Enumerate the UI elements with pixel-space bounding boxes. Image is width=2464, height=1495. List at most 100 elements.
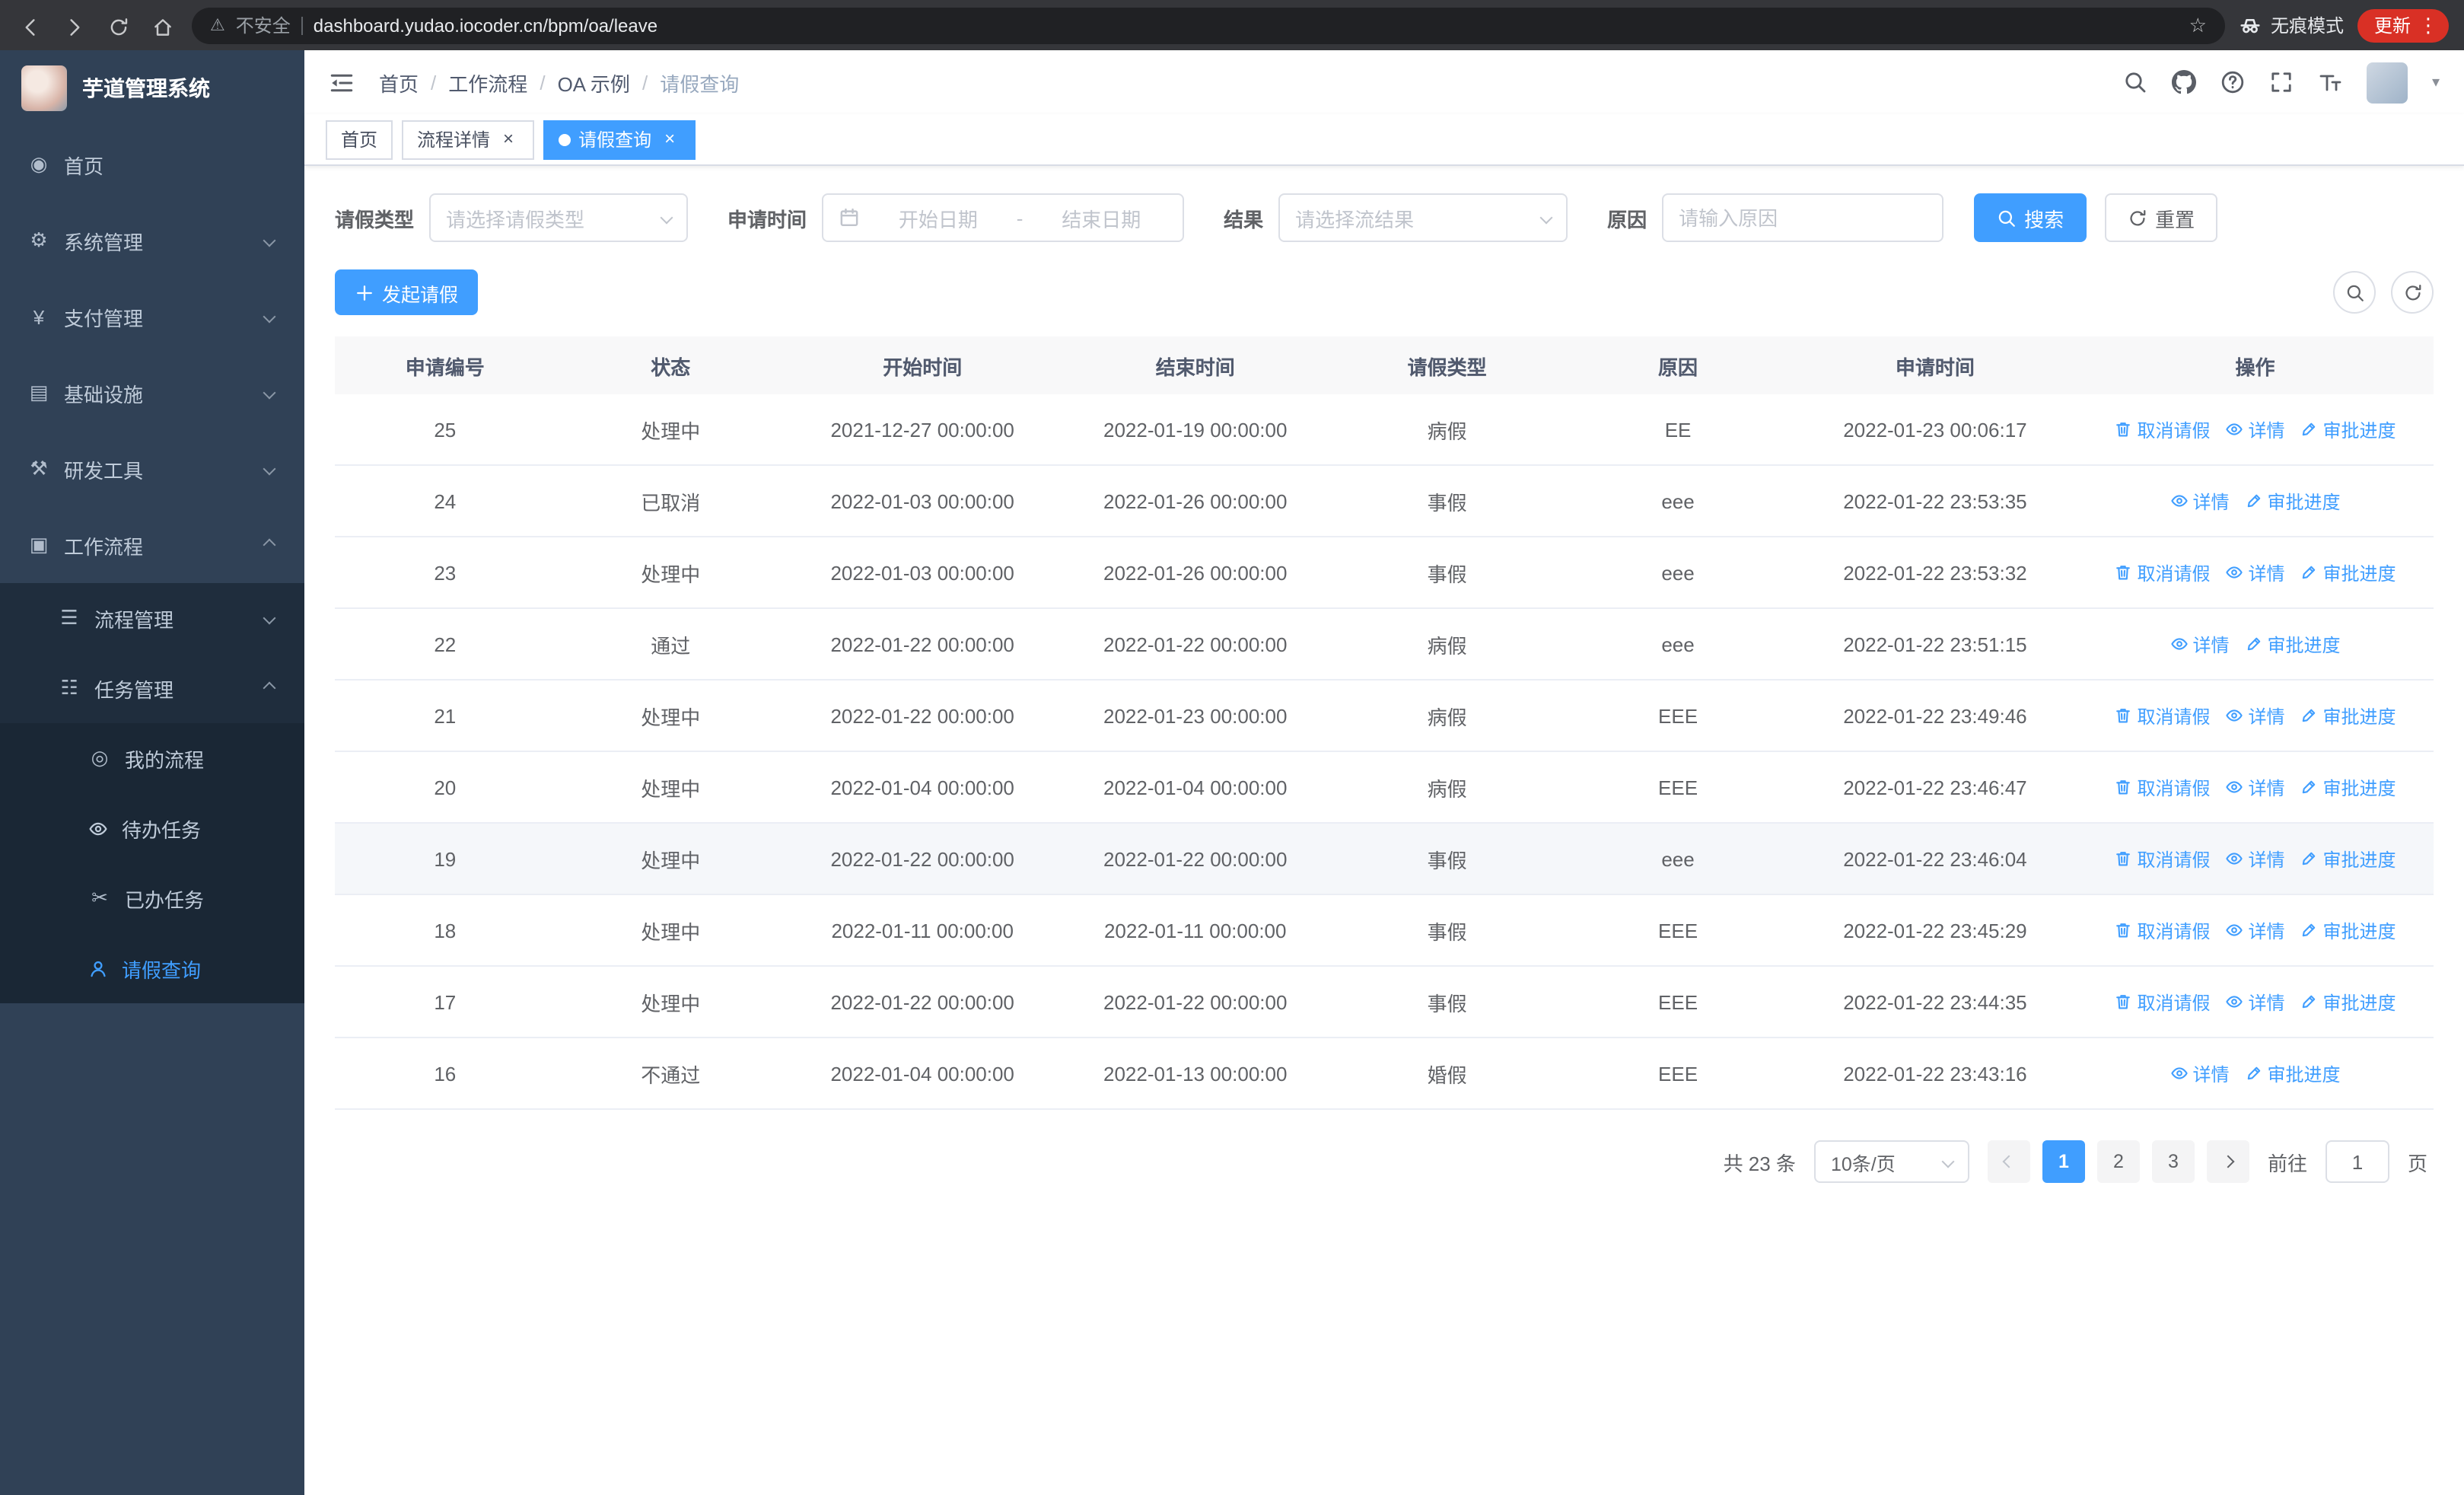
back-icon[interactable] (15, 13, 46, 38)
detail-link[interactable]: 详情 (2225, 846, 2285, 872)
sidebar-item-infrastructure[interactable]: ▤ 基础设施 (0, 355, 304, 431)
goto-page-input[interactable] (2325, 1140, 2389, 1183)
approval-progress-link[interactable]: 审批进度 (2300, 917, 2396, 943)
cancel-leave-link[interactable]: 取消请假 (2114, 917, 2210, 943)
page-button-2[interactable]: 2 (2096, 1140, 2140, 1183)
address-bar[interactable]: ⚠ 不安全 dashboard.yudao.iocoder.cn/bpm/oa/… (192, 7, 2225, 43)
approval-progress-link[interactable]: 审批进度 (2300, 416, 2396, 442)
close-icon[interactable]: × (498, 128, 519, 150)
fullscreen-icon[interactable] (2269, 70, 2294, 94)
sidebar-item-payment-mgmt[interactable]: ¥ 支付管理 (0, 279, 304, 355)
yen-icon: ¥ (33, 305, 45, 328)
detail-link[interactable]: 详情 (2225, 774, 2285, 800)
approval-progress-link[interactable]: 审批进度 (2300, 774, 2396, 800)
star-icon[interactable]: ☆ (2189, 13, 2207, 37)
cell-reason: EEE (1658, 1062, 1698, 1085)
sidebar-item-workflow[interactable]: ▣ 工作流程 (0, 507, 304, 583)
detail-link[interactable]: 详情 (2225, 416, 2285, 442)
cell-start-time: 2022-01-03 00:00:00 (830, 489, 1014, 512)
cell-apply-time: 2022-01-23 00:06:17 (1843, 418, 2027, 441)
detail-link[interactable]: 详情 (2170, 488, 2229, 514)
tab-process-detail[interactable]: 流程详情 × (402, 120, 535, 159)
detail-link[interactable]: 详情 (2225, 917, 2285, 943)
table-row[interactable]: 18 处理中 2022-01-11 00:00:00 2022-01-11 00… (335, 895, 2434, 967)
table-row[interactable]: 16 不通过 2022-01-04 00:00:00 2022-01-13 00… (335, 1038, 2434, 1110)
font-size-icon[interactable] (2318, 70, 2342, 94)
sidebar-item-system-mgmt[interactable]: ⚙ 系统管理 (0, 202, 304, 279)
hamburger-icon[interactable] (329, 69, 355, 95)
sidebar-item-task-mgmt[interactable]: ☷ 任务管理 (0, 653, 304, 723)
cancel-leave-link[interactable]: 取消请假 (2114, 703, 2210, 728)
reload-icon[interactable] (103, 13, 134, 38)
home-icon[interactable] (148, 13, 178, 38)
next-page-button[interactable] (2206, 1140, 2249, 1183)
detail-link[interactable]: 详情 (2225, 559, 2285, 585)
reason-input[interactable] (1662, 193, 1944, 242)
update-button[interactable]: 更新 ⋮ (2357, 8, 2449, 42)
chevron-down-icon (263, 310, 276, 324)
result-select[interactable]: 请选择流结果 (1278, 193, 1568, 242)
breadcrumb-item[interactable]: 工作流程 (448, 68, 527, 97)
github-icon[interactable] (2172, 70, 2196, 94)
page-button-1[interactable]: 1 (2042, 1140, 2085, 1183)
url-text[interactable]: dashboard.yudao.iocoder.cn/bpm/oa/leave (314, 14, 2179, 36)
cell-end-time: 2022-01-13 00:00:00 (1103, 1062, 1288, 1085)
approval-progress-link[interactable]: 审批进度 (2300, 846, 2396, 872)
toggle-search-button[interactable] (2333, 271, 2376, 314)
table-row[interactable]: 19 处理中 2022-01-22 00:00:00 2022-01-22 00… (335, 824, 2434, 895)
table-row[interactable]: 17 处理中 2022-01-22 00:00:00 2022-01-22 00… (335, 967, 2434, 1038)
page-button-3[interactable]: 3 (2151, 1140, 2195, 1183)
leave-type-select[interactable]: 请选择请假类型 (429, 193, 689, 242)
avatar[interactable] (2366, 62, 2408, 103)
page-size-select[interactable]: 10条/页 (1813, 1140, 1969, 1183)
approval-progress-link[interactable]: 审批进度 (2300, 559, 2396, 585)
approval-progress-link[interactable]: 审批进度 (2244, 631, 2341, 657)
table-row[interactable]: 24 已取消 2022-01-03 00:00:00 2022-01-26 00… (335, 466, 2434, 537)
tab-leave-query[interactable]: 请假查询 × (543, 120, 696, 159)
sidebar-item-leave-query[interactable]: 请假查询 (0, 933, 304, 1003)
sidebar-item-dev-tools[interactable]: ⚒ 研发工具 (0, 431, 304, 507)
cancel-leave-link[interactable]: 取消请假 (2114, 559, 2210, 585)
close-icon[interactable]: × (659, 128, 680, 150)
search-button[interactable]: 搜索 (1974, 193, 2087, 242)
detail-link[interactable]: 详情 (2225, 703, 2285, 728)
approval-progress-link[interactable]: 审批进度 (2244, 488, 2341, 514)
menu-dots-icon[interactable]: ⋮ (2418, 13, 2438, 37)
breadcrumb-item[interactable]: 首页 (379, 68, 419, 97)
create-leave-button[interactable]: 发起请假 (335, 269, 479, 315)
cancel-leave-link[interactable]: 取消请假 (2114, 989, 2210, 1015)
cell-apply-time: 2022-01-22 23:49:46 (1843, 704, 2027, 727)
table-row[interactable]: 23 处理中 2022-01-03 00:00:00 2022-01-26 00… (335, 537, 2434, 609)
table-row[interactable]: 21 处理中 2022-01-22 00:00:00 2022-01-23 00… (335, 681, 2434, 752)
cancel-leave-link[interactable]: 取消请假 (2114, 416, 2210, 442)
detail-link[interactable]: 详情 (2225, 989, 2285, 1015)
security-label[interactable]: 不安全 (236, 12, 291, 38)
help-icon[interactable] (2220, 70, 2245, 94)
approval-progress-link[interactable]: 审批进度 (2300, 989, 2396, 1015)
chevron-down-icon[interactable]: ▾ (2432, 74, 2440, 91)
search-icon[interactable] (2123, 70, 2147, 94)
app-logo-row[interactable]: 芋道管理系统 (0, 50, 304, 126)
sidebar-item-my-process[interactable]: ◎ 我的流程 (0, 723, 304, 793)
apply-time-range-picker[interactable]: 开始日期 - 结束日期 (822, 193, 1185, 242)
breadcrumb-item[interactable]: OA 示例 (558, 68, 630, 97)
reset-button[interactable]: 重置 (2105, 193, 2218, 242)
cell-apply-id: 21 (434, 704, 457, 727)
table-row[interactable]: 22 通过 2022-01-22 00:00:00 2022-01-22 00:… (335, 609, 2434, 681)
table-row[interactable]: 20 处理中 2022-01-04 00:00:00 2022-01-04 00… (335, 752, 2434, 824)
approval-progress-link[interactable]: 审批进度 (2300, 703, 2396, 728)
forward-icon[interactable] (59, 13, 90, 38)
detail-link[interactable]: 详情 (2170, 631, 2229, 657)
prev-page-button[interactable] (1987, 1140, 2030, 1183)
approval-progress-link[interactable]: 审批进度 (2244, 1060, 2341, 1086)
sidebar-item-home[interactable]: ◉ 首页 (0, 126, 304, 202)
tab-home[interactable]: 首页 (326, 120, 393, 159)
sidebar-item-todo-tasks[interactable]: 待办任务 (0, 793, 304, 863)
cancel-leave-link[interactable]: 取消请假 (2114, 774, 2210, 800)
sidebar-item-done-tasks[interactable]: ✂ 已办任务 (0, 863, 304, 933)
sidebar-item-process-mgmt[interactable]: ☰ 流程管理 (0, 583, 304, 653)
cancel-leave-link[interactable]: 取消请假 (2114, 846, 2210, 872)
refresh-button[interactable] (2391, 271, 2434, 314)
table-row[interactable]: 25 处理中 2021-12-27 00:00:00 2022-01-19 00… (335, 394, 2434, 466)
detail-link[interactable]: 详情 (2170, 1060, 2229, 1086)
